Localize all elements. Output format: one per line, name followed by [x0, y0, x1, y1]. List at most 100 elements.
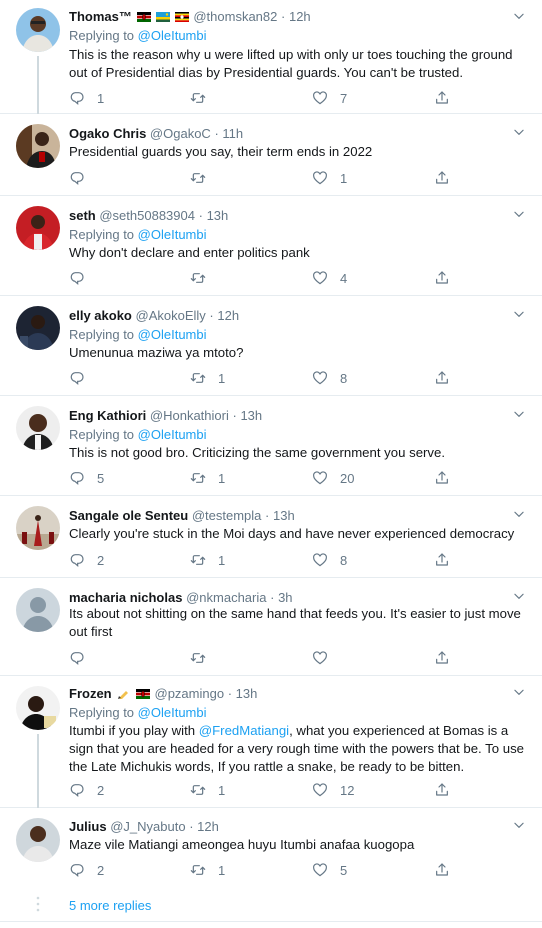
timestamp[interactable]: 13h — [207, 208, 229, 223]
display-name[interactable]: Eng Kathiori — [69, 408, 146, 423]
avatar[interactable] — [16, 686, 60, 730]
user-handle[interactable]: @thomskan82 — [193, 9, 277, 24]
like-button[interactable]: 7 — [312, 88, 347, 108]
chevron-down-icon[interactable] — [512, 507, 526, 521]
user-handle[interactable]: @seth50883904 — [99, 208, 195, 223]
timestamp[interactable]: 11h — [222, 126, 243, 141]
reply-button[interactable]: 2 — [69, 860, 104, 880]
share-button[interactable] — [434, 268, 450, 288]
chevron-down-icon[interactable] — [512, 125, 526, 139]
timestamp[interactable]: 12h — [197, 819, 219, 834]
like-button[interactable]: 8 — [312, 550, 347, 570]
timestamp[interactable]: 12h — [217, 308, 239, 323]
display-name[interactable]: macharia nicholas — [69, 590, 182, 605]
tweet[interactable]: macharia nicholas @nkmacharia · 3h Its a… — [0, 578, 542, 676]
share-button[interactable] — [434, 168, 450, 188]
share-button[interactable] — [434, 860, 450, 880]
like-button[interactable]: 12 — [312, 780, 354, 800]
chevron-down-icon[interactable] — [512, 307, 526, 321]
avatar[interactable] — [16, 8, 60, 52]
tweet-text: Maze vile Matiangi ameongea huyu Itumbi … — [69, 837, 415, 852]
chevron-down-icon[interactable] — [512, 589, 526, 603]
reply-button[interactable] — [69, 648, 97, 668]
avatar[interactable] — [16, 124, 60, 168]
share-button[interactable] — [434, 550, 450, 570]
timestamp[interactable]: 3h — [278, 590, 292, 605]
user-handle[interactable]: @pzamingo — [155, 686, 225, 701]
like-button[interactable]: 8 — [312, 368, 347, 388]
tweet[interactable]: Thomas™ @thomskan82 · 12h Replying to @O… — [0, 0, 542, 114]
retweet-button[interactable]: 1 — [190, 468, 225, 488]
mention-link[interactable]: @OleItumbi — [138, 427, 207, 442]
tweet[interactable]: Julius @J_Nyabuto · 12h Maze vile Matian… — [0, 808, 542, 892]
timestamp[interactable]: 12h — [289, 9, 311, 24]
retweet-button[interactable]: 1 — [190, 860, 225, 880]
chevron-down-icon[interactable] — [512, 685, 526, 699]
more-replies-link[interactable]: 5 more replies — [69, 898, 151, 913]
tweet[interactable]: Ogako Chris @OgakoC · 11h Presidential g… — [0, 114, 542, 196]
mention-link[interactable]: @OleItumbi — [138, 705, 207, 720]
reply-button[interactable]: 1 — [69, 88, 104, 108]
retweet-button[interactable] — [190, 648, 218, 668]
display-name[interactable]: Thomas — [69, 9, 119, 24]
chevron-down-icon[interactable] — [512, 407, 526, 421]
retweet-button[interactable] — [190, 88, 218, 108]
reply-button[interactable] — [69, 168, 97, 188]
avatar[interactable] — [16, 818, 60, 862]
display-name[interactable]: elly akoko — [69, 308, 132, 323]
like-button[interactable]: 1 — [312, 168, 347, 188]
reply-button[interactable]: 2 — [69, 780, 104, 800]
tweet[interactable]: elly akoko @AkokoElly · 12h Replying to … — [0, 296, 542, 396]
timestamp[interactable]: 13h — [273, 508, 295, 523]
mention-link[interactable]: @OleItumbi — [138, 227, 207, 242]
replying-prefix: Replying to — [69, 227, 135, 242]
display-name[interactable]: Julius — [69, 819, 107, 834]
avatar[interactable] — [16, 306, 60, 350]
reply-button[interactable]: 5 — [69, 468, 104, 488]
tweet[interactable]: seth @seth50883904 · 13h Replying to @Ol… — [0, 196, 542, 296]
timestamp[interactable]: 13h — [240, 408, 262, 423]
tweet[interactable]: Frozen @pzamingo · 13h Replying to @OleI… — [0, 676, 542, 808]
user-handle[interactable]: @Honkathiori — [150, 408, 229, 423]
retweet-button[interactable]: 1 — [190, 368, 225, 388]
like-button[interactable]: 4 — [312, 268, 347, 288]
retweet-button[interactable] — [190, 168, 218, 188]
chevron-down-icon[interactable] — [512, 9, 526, 23]
user-handle[interactable]: @AkokoElly — [136, 308, 206, 323]
user-handle[interactable]: @J_Nyabuto — [110, 819, 185, 834]
retweet-button[interactable]: 1 — [190, 780, 225, 800]
like-button[interactable]: 5 — [312, 860, 347, 880]
share-button[interactable] — [434, 368, 450, 388]
retweet-button[interactable]: 1 — [190, 550, 225, 570]
display-name[interactable]: Frozen — [69, 686, 112, 701]
share-button[interactable] — [434, 88, 450, 108]
more-replies-row[interactable]: 5 more replies — [0, 895, 542, 917]
reply-button[interactable] — [69, 368, 97, 388]
tweet[interactable]: Sangale ole Senteu @testempla · 13h Clea… — [0, 496, 542, 578]
tweet[interactable]: Eng Kathiori @Honkathiori · 13h Replying… — [0, 396, 542, 496]
display-name[interactable]: Sangale ole Senteu — [69, 508, 188, 523]
like-button[interactable]: 20 — [312, 468, 354, 488]
mention-link[interactable]: @OleItumbi — [138, 28, 207, 43]
user-handle[interactable]: @nkmacharia — [186, 590, 266, 605]
avatar[interactable] — [16, 406, 60, 450]
display-name[interactable]: Ogako Chris — [69, 126, 146, 141]
avatar[interactable] — [16, 206, 60, 250]
mention-link[interactable]: @FredMatiangi — [199, 723, 289, 738]
chevron-down-icon[interactable] — [512, 207, 526, 221]
retweet-button[interactable] — [190, 268, 218, 288]
avatar[interactable] — [16, 506, 60, 550]
share-button[interactable] — [434, 780, 450, 800]
mention-link[interactable]: @OleItumbi — [138, 327, 207, 342]
user-handle[interactable]: @OgakoC — [150, 126, 211, 141]
timestamp[interactable]: 13h — [236, 686, 258, 701]
like-button[interactable] — [312, 648, 340, 668]
display-name[interactable]: seth — [69, 208, 96, 223]
avatar[interactable] — [16, 588, 60, 632]
reply-button[interactable]: 2 — [69, 550, 104, 570]
chevron-down-icon[interactable] — [512, 818, 526, 832]
share-button[interactable] — [434, 648, 450, 668]
share-button[interactable] — [434, 468, 450, 488]
user-handle[interactable]: @testempla — [192, 508, 262, 523]
reply-button[interactable] — [69, 268, 97, 288]
